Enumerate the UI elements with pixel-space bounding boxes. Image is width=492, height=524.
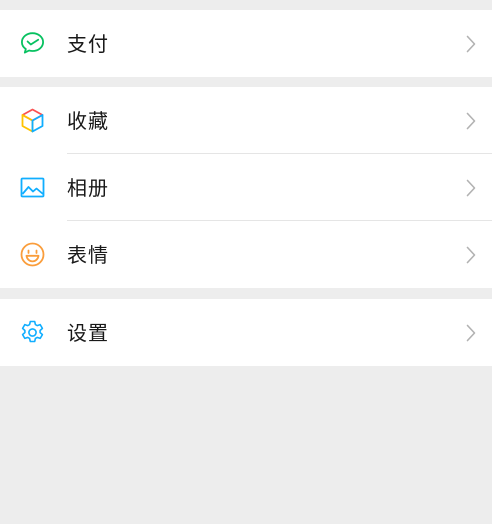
chevron-right-icon [466, 179, 476, 197]
menu-item-settings[interactable]: 设置 [0, 299, 492, 366]
menu-item-album-label: 相册 [67, 175, 109, 200]
menu-group-pay: 支付 [0, 10, 492, 77]
album-icon [19, 174, 46, 201]
chevron-right-icon [466, 35, 476, 53]
menu-item-emoji-label: 表情 [67, 242, 109, 267]
pay-icon [19, 30, 46, 57]
favorites-cube-icon [19, 107, 46, 134]
menu-item-emoji[interactable]: 表情 [0, 221, 492, 288]
emoji-icon [19, 241, 46, 268]
menu-group-settings: 设置 [0, 299, 492, 366]
menu-item-favorites-label: 收藏 [67, 108, 109, 133]
menu-item-album[interactable]: 相册 [0, 154, 492, 221]
menu-group-collections: 收藏 相册 表情 [0, 87, 492, 288]
menu-item-pay-label: 支付 [67, 31, 109, 56]
menu-item-settings-label: 设置 [67, 320, 109, 345]
chevron-right-icon [466, 112, 476, 130]
menu-item-favorites[interactable]: 收藏 [0, 87, 492, 154]
chevron-right-icon [466, 324, 476, 342]
chevron-right-icon [466, 246, 476, 264]
settings-gear-icon [19, 319, 46, 346]
menu-item-pay[interactable]: 支付 [0, 10, 492, 77]
